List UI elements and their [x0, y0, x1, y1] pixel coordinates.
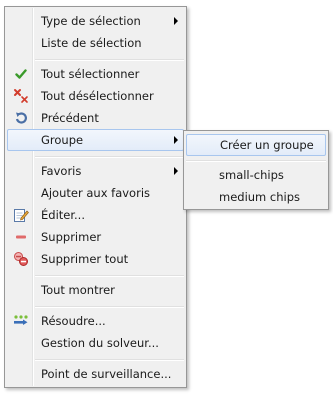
menu-item-select-all[interactable]: Tout sélectionner: [7, 63, 184, 85]
menu-item-label: Tout montrer: [41, 283, 115, 297]
red-x-icon: [13, 88, 29, 104]
menu-item-add-to-favorites[interactable]: Ajouter aux favoris: [7, 182, 184, 204]
menu-item-label: Supprimer: [41, 230, 102, 244]
submenu-arrow-icon: [174, 136, 178, 144]
menu-item-label: Précédent: [41, 111, 99, 125]
menu-separator: [35, 306, 184, 308]
menu-separator: [35, 275, 184, 277]
menu-item-edit[interactable]: Éditer...: [7, 204, 184, 226]
menu-item-label: Supprimer tout: [41, 252, 129, 266]
menu-item-label: Ajouter aux favoris: [41, 186, 151, 200]
menu-separator: [35, 359, 184, 361]
menu-item-label: Éditer...: [41, 208, 85, 222]
context-menu: Type de sélection Liste de sélection Tou…: [4, 6, 187, 388]
submenu-item-medium-chips[interactable]: medium chips: [186, 186, 326, 208]
submenu-item-label: medium chips: [219, 190, 301, 204]
menu-item-selection-list[interactable]: Liste de sélection: [7, 32, 184, 54]
submenu-arrow-icon: [174, 167, 178, 175]
menu-item-label: Liste de sélection: [41, 36, 142, 50]
solver-icon: [13, 313, 29, 329]
menu-item-label: Gestion du solveur...: [41, 336, 159, 350]
menu-item-group[interactable]: Groupe: [7, 129, 184, 151]
submenu-item-small-chips[interactable]: small-chips: [186, 164, 326, 186]
green-check-icon: [13, 66, 29, 82]
menu-separator: [186, 160, 326, 162]
delete-all-icon: [13, 251, 29, 267]
submenu-arrow-icon: [174, 17, 178, 25]
undo-arrow-icon: [13, 110, 29, 126]
menu-item-previous[interactable]: Précédent: [7, 107, 184, 129]
menu-item-solver-management[interactable]: Gestion du solveur...: [7, 332, 184, 354]
menu-separator: [35, 156, 184, 158]
menu-item-label: Résoudre...: [41, 314, 106, 328]
menu-item-deselect-all[interactable]: Tout désélectionner: [7, 85, 184, 107]
group-submenu: Créer un groupe small-chips medium chips: [183, 130, 329, 210]
menu-item-label: Tout sélectionner: [41, 67, 140, 81]
menu-item-favorites[interactable]: Favoris: [7, 160, 184, 182]
menu-item-label: Point de surveillance...: [41, 367, 172, 381]
minus-icon: [13, 229, 29, 245]
submenu-item-label: small-chips: [219, 168, 284, 182]
submenu-item-label: Créer un groupe: [220, 138, 314, 152]
menu-item-solve[interactable]: Résoudre...: [7, 310, 184, 332]
menu-item-label: Favoris: [41, 164, 82, 178]
menu-item-selection-type[interactable]: Type de sélection: [7, 10, 184, 32]
menu-item-delete[interactable]: Supprimer: [7, 226, 184, 248]
menu-item-delete-all[interactable]: Supprimer tout: [7, 248, 184, 270]
edit-page-icon: [13, 207, 29, 223]
submenu-item-create-group[interactable]: Créer un groupe: [186, 134, 326, 156]
menu-item-watch-point[interactable]: Point de surveillance...: [7, 363, 184, 385]
menu-item-show-all[interactable]: Tout montrer: [7, 279, 184, 301]
menu-item-label: Type de sélection: [41, 14, 141, 28]
menu-item-label: Groupe: [41, 133, 84, 147]
menu-separator: [35, 59, 184, 61]
menu-item-label: Tout désélectionner: [41, 89, 154, 103]
